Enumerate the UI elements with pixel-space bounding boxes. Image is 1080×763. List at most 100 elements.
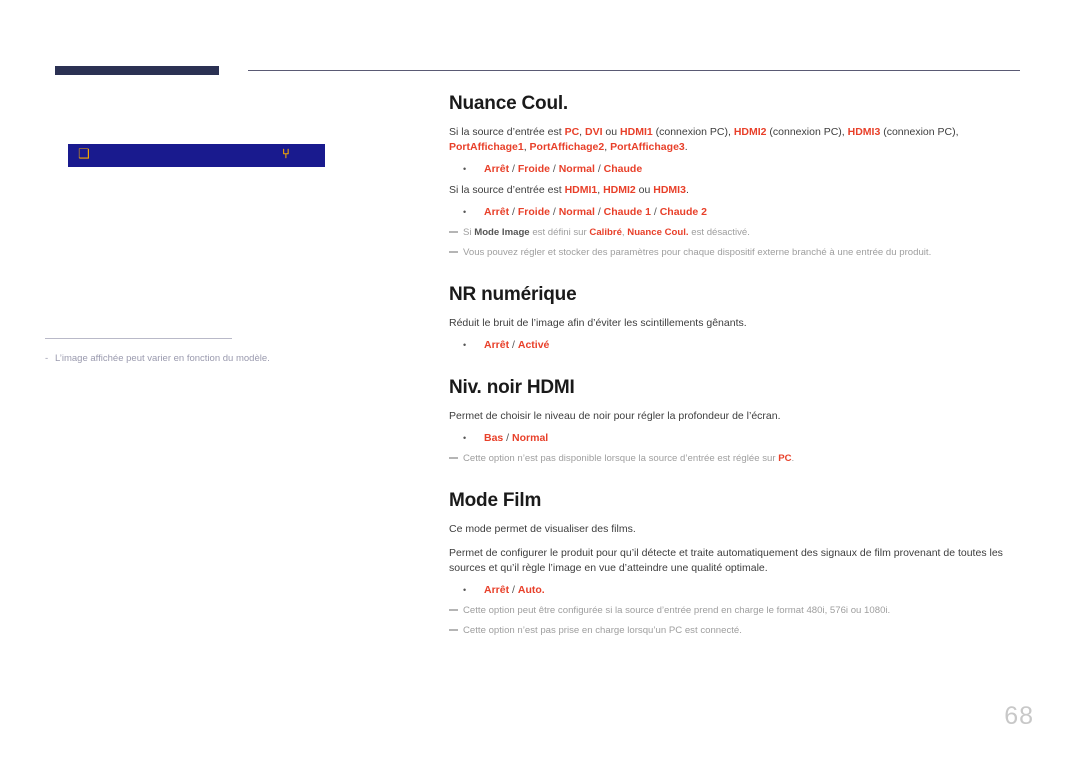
option-token[interactable]: Normal [559,163,595,175]
menu-right-glyph-icon: ⑂ [282,147,290,162]
text-run: PortAffichage2 [529,141,605,153]
text-run: HDMI1 [620,126,653,138]
option-token[interactable]: Chaude 1 [604,206,651,218]
text-run: Si la source d’entrée est [449,184,565,196]
text-run: HDMI1 [564,184,598,196]
manual-section: Nuance Coul. Si la source d’entrée est PC… [449,92,1009,260]
section-note: Cette option n’est pas prise en charge l… [449,624,1009,638]
manual-section: NR numérique Réduit le bruit de l’image a… [449,283,1009,353]
text-run: Ce mode permet de visualiser des films. [449,523,636,535]
option-values-list: Arrêt / Froide / Normal / Chaude 1 / Cha… [449,204,1009,220]
option-values-list: Arrêt / Activé [449,337,1009,353]
text-run: ou [602,126,621,138]
option-token[interactable]: Bas [484,432,503,444]
option-separator: / [509,584,518,596]
option-token[interactable]: Normal [512,432,548,444]
text-run: HDMI3 [653,184,686,196]
option-token[interactable]: Arrêt [484,339,509,351]
text-run: . [685,184,689,196]
text-run: Réduit le bruit de l’image afin d’éviter… [449,317,747,329]
section-title: Niv. noir HDMI [449,377,575,398]
text-run: Si la source d’entrée est [449,126,565,138]
note-run: Vous pouvez régler et stocker des paramè… [463,247,932,258]
option-token[interactable]: Froide [518,206,550,218]
option-separator: / [509,163,518,175]
note-run: PC [778,453,792,464]
note-run: . [791,453,795,464]
option-token[interactable]: Arrêt [484,584,509,596]
menu-screenshot-panel: ❑ ⑂ [68,144,325,167]
note-run: Si [463,227,475,238]
note-run: Cette option n’est pas disponible lorsqu… [463,453,779,464]
option-value-item[interactable]: Arrêt / Auto. [449,582,1009,598]
section-paragraph: Si la source d’entrée est PC, DVI ou HDM… [449,125,1009,155]
text-run: HDMI2 [603,184,636,196]
text-run: PC [564,126,580,138]
page-number: 68 [1004,702,1034,730]
menu-left-glyph-icon: ❑ [78,147,90,162]
option-value-item[interactable]: Arrêt / Froide / Normal / Chaude 1 / Cha… [449,204,1009,220]
text-run: (connexion PC), [880,126,959,138]
option-separator: / [509,339,518,351]
option-separator: / [509,206,518,218]
section-paragraph: Ce mode permet de visualiser des films. [449,522,1009,537]
manual-section: Mode Film Ce mode permet de visualiser de… [449,489,1009,638]
text-run: PortAffichage3 [610,141,685,153]
left-note-dash: - [45,353,49,364]
option-value-item[interactable]: Arrêt / Froide / Normal / Chaude [449,161,1009,177]
option-token[interactable]: Normal [559,206,595,218]
option-values-list: Arrêt / Auto. [449,582,1009,598]
note-run: Cette option peut être configurée si la … [463,605,891,616]
header-rule-thick [55,66,219,75]
option-values-list: Bas / Normal [449,430,1009,446]
section-title: Mode Film [449,490,542,511]
option-value-item[interactable]: Bas / Normal [449,430,1009,446]
option-token[interactable]: Chaude 2 [660,206,707,218]
option-token[interactable]: Froide [518,163,550,175]
text-run: ou [635,184,654,196]
note-run: Cette option n’est pas prise en charge l… [463,625,742,636]
option-token[interactable]: Arrêt [484,163,509,175]
text-run: . [684,141,688,153]
manual-section: Niv. noir HDMI Permet de choisir le nivea… [449,376,1009,466]
text-run: Permet de choisir le niveau de noir pour… [449,410,781,422]
text-run: PortAffichage1 [449,141,524,153]
option-separator: / [549,206,559,218]
section-paragraph: Permet de configurer le produit pour qu’… [449,546,1009,576]
text-run: Permet de configurer le produit pour qu’… [449,547,1003,574]
left-column-note: - L’image affichée peut varier en fonctio… [45,352,405,366]
section-note: Si Mode Image est défini sur Calibré, Nu… [449,226,1009,240]
text-run: (connexion PC), [652,126,734,138]
option-value-item[interactable]: Arrêt / Activé [449,337,1009,353]
section-title: NR numérique [449,284,577,305]
section-note: Cette option n’est pas disponible lorsqu… [449,452,1009,466]
main-content-column: Nuance Coul. Si la source d’entrée est PC… [449,92,1009,638]
section-note: Cette option peut être configurée si la … [449,604,1009,618]
section-paragraph: Permet de choisir le niveau de noir pour… [449,409,1009,424]
note-run: Nuance Coul. [627,227,689,238]
note-run: est désactivé. [688,227,750,238]
section-paragraph: Réduit le bruit de l’image afin d’éviter… [449,316,1009,331]
section-note: Vous pouvez régler et stocker des paramè… [449,246,1009,260]
section-paragraph: Si la source d’entrée est HDMI1, HDMI2 o… [449,183,1009,198]
option-token[interactable]: Activé [518,339,550,351]
left-note-separator [45,338,232,339]
page-header-rule [55,66,1020,78]
left-note-text: L’image affichée peut varier en fonction… [55,353,270,364]
option-separator: / [503,432,513,444]
option-separator: / [549,163,559,175]
note-run: Calibré [589,227,622,238]
text-run: HDMI2 [733,126,767,138]
option-token[interactable]: Arrêt [484,206,509,218]
option-token[interactable]: Auto. [518,584,545,596]
text-run: (connexion PC), [766,126,848,138]
option-token[interactable]: Chaude [604,163,643,175]
note-run: est défini sur [529,227,590,238]
option-values-list: Arrêt / Froide / Normal / Chaude [449,161,1009,177]
text-run: DVI [585,126,603,138]
option-separator: / [594,206,604,218]
note-run: Mode Image [474,227,530,238]
header-rule-thin [248,70,1020,71]
option-separator: / [594,163,604,175]
text-run: HDMI3 [847,126,881,138]
